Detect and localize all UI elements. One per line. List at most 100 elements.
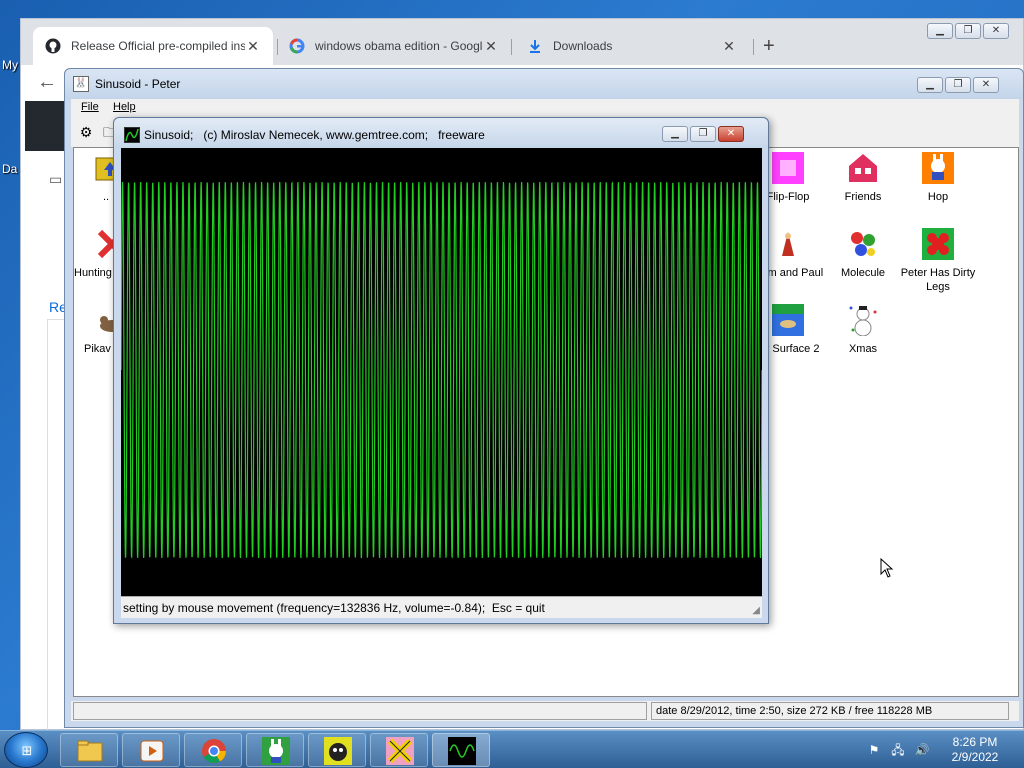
molecule-icon [851,232,875,256]
tab-close-icon[interactable]: ✕ [483,38,499,55]
peter-window-controls: ▁ ❐ ✕ [917,77,999,93]
new-tab-button[interactable]: + [763,35,775,58]
windows-logo-icon: ⊞ [21,743,33,758]
list-item[interactable]: Friends [825,152,901,204]
sinusoid-app-icon [124,127,140,143]
page-header-stub [25,101,69,151]
volume-icon[interactable]: 🔊 [914,742,930,758]
peter-window-title: Sinusoid - Peter [95,77,181,91]
browser-window-controls: ▁ ❐ ✕ [927,23,1009,39]
action-center-icon[interactable]: ⚑ [866,742,882,758]
taskbar-chrome-button[interactable] [184,733,242,767]
tab-close-icon[interactable]: ✕ [721,38,737,55]
taskbar: ⊞ ⚑ 🖧 🔊 8:26 PM 2/9/2022 [0,730,1024,768]
tab-separator [511,39,512,55]
back-arrow-icon[interactable]: ← [37,71,57,94]
sine-wave-icon [448,737,476,765]
mouse-cursor-icon [880,558,894,578]
desktop-icon-label-my[interactable]: My [2,58,18,72]
tree-icon[interactable]: ⚙ [77,123,95,141]
xmas-icon [849,306,877,336]
google-icon [289,38,305,54]
browser-tabstrip: Release Official pre-compiled ins ✕ wind… [21,19,1023,65]
status-panel-left [73,702,647,720]
tab-title: Downloads [553,39,613,53]
media-player-icon [140,740,164,762]
file-label: Molecule [840,267,886,279]
desktop-icon-label-da[interactable]: Da [2,162,17,176]
taskbar-peter-button[interactable] [246,733,304,767]
miriam-and-paul-icon [782,232,794,256]
browser-tab-downloads[interactable]: Downloads ✕ [515,27,749,65]
minimize-icon[interactable]: ▁ [917,77,943,93]
browser-tab-google[interactable]: windows obama edition - Google ✕ [277,27,511,65]
file-label: Friends [844,191,882,203]
github-icon [45,38,61,54]
peter-statusbar: date 8/29/2012, time 2:50, size 272 KB /… [71,701,1019,721]
list-item[interactable]: Hop [900,152,976,204]
list-item[interactable]: Xmas [825,304,901,356]
tab-title: windows obama edition - Google [315,39,483,53]
chrome-icon [202,739,226,764]
hop-icon [922,152,954,184]
tab-title: Release Official pre-compiled ins [71,39,245,53]
sine-wave [121,181,762,559]
flip-flop-icon [772,152,804,184]
taskbar-explorer-button[interactable] [60,733,118,767]
file-label: Flip-Flop [766,191,810,203]
sinusoid-window-controls: ▁ ❐ ✕ [662,126,744,142]
maximize-icon[interactable]: ❐ [945,77,971,93]
menu-help[interactable]: Help [113,101,136,113]
taskbar-alien-button[interactable] [308,733,366,767]
peter-app-icon: 🐰 [73,76,89,92]
peter-status-text: date 8/29/2012, time 2:50, size 272 KB /… [651,702,1009,720]
page-device-icon: ▭ [49,171,63,187]
file-label: Xmas [848,343,878,355]
taskbar-cross-button[interactable] [370,733,428,767]
sinusoid-window: Sinusoid; (c) Miroslav Nemecek, www.gemt… [113,117,769,624]
taskbar-media-player-button[interactable] [122,733,180,767]
oscilloscope-display[interactable] [121,148,762,596]
file-label: Pikav [84,343,111,355]
maximize-icon[interactable]: ❐ [690,126,716,142]
peter-titlebar[interactable]: 🐰 Sinusoid - Peter ▁ ❐ ✕ [65,69,1023,99]
network-icon[interactable]: 🖧 [890,742,906,758]
maximize-icon[interactable]: ❐ [955,23,981,39]
tab-separator [753,39,754,55]
taskbar-clock[interactable]: 8:26 PM 2/9/2022 [940,735,1010,765]
download-icon [527,38,543,54]
file-label: Hunting [74,267,112,279]
list-item[interactable]: Peter Has Dirty Legs [900,228,976,294]
close-icon[interactable]: ✕ [718,126,744,142]
sine-wave-trace [121,181,762,559]
minimize-icon[interactable]: ▁ [662,126,688,142]
sinusoid-statusbar: setting by mouse movement (frequency=132… [121,596,762,618]
minimize-icon[interactable]: ▁ [927,23,953,39]
file-label: Hop [927,191,949,203]
sinusoid-status-text: setting by mouse movement (frequency=132… [123,601,545,615]
taskbar-sinusoid-button[interactable] [432,733,490,767]
rabbit-icon [262,737,290,765]
tab-close-icon[interactable]: ✕ [245,38,261,55]
cross-icon [386,737,414,765]
folder-icon [77,740,103,762]
peter-menubar: File Help [71,99,1019,119]
browser-tab-release[interactable]: Release Official pre-compiled ins ✕ [33,27,273,65]
clock-date: 2/9/2022 [951,750,999,764]
sinusoid-titlebar[interactable]: Sinusoid; (c) Miroslav Nemecek, www.gemt… [114,118,768,148]
close-icon[interactable]: ✕ [983,23,1009,39]
start-button[interactable]: ⊞ [4,732,48,768]
alien-icon [324,737,352,765]
list-item[interactable]: Hunting [74,228,127,280]
friends-icon [849,154,877,182]
peter-has-dirty-legs-icon [922,228,954,260]
sinusoid-window-title: Sinusoid; (c) Miroslav Nemecek, www.gemt… [144,128,485,142]
file-label: Peter Has Dirty Legs [900,267,976,293]
resize-grip-icon[interactable]: ◢ [752,605,760,616]
menu-file[interactable]: File [81,101,99,113]
close-icon[interactable]: ✕ [973,77,999,93]
list-item[interactable]: .. [74,152,125,204]
water-surface-icon [772,304,804,336]
list-item[interactable]: Molecule [825,228,901,280]
clock-time: 8:26 PM [952,735,998,749]
